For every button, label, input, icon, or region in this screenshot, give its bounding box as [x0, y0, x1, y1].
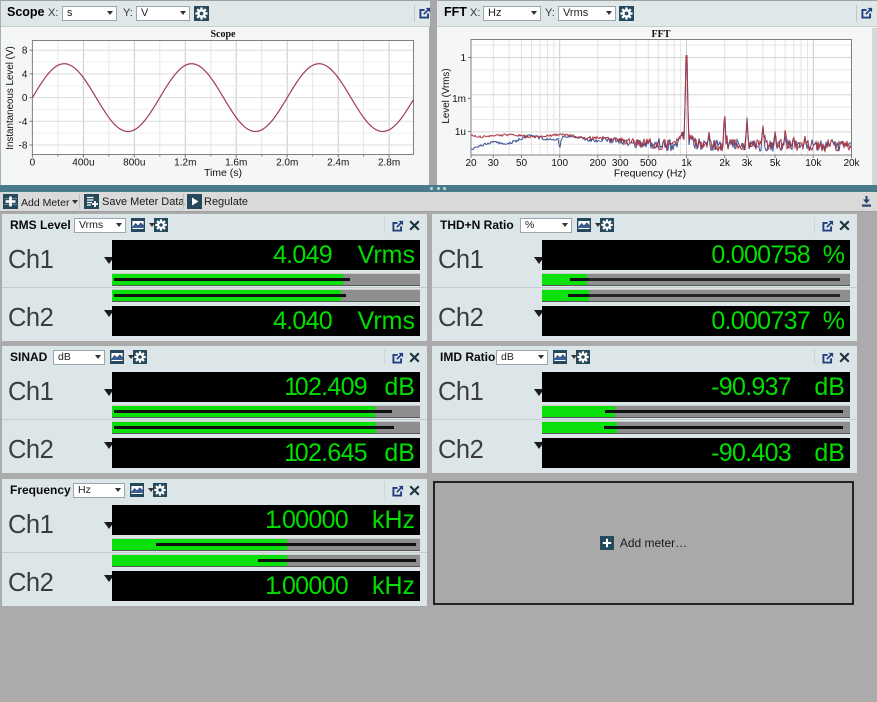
svg-text:Frequency (Hz): Frequency (Hz) [614, 168, 686, 180]
svg-text:2.8m: 2.8m [378, 158, 400, 169]
svg-text:20: 20 [465, 158, 477, 169]
svg-text:3k: 3k [742, 158, 754, 169]
svg-text:10k: 10k [805, 158, 822, 169]
svg-text:Instantaneous Level (V): Instantaneous Level (V) [5, 46, 16, 149]
svg-text:Time (s): Time (s) [204, 167, 242, 179]
svg-text:400u: 400u [72, 158, 94, 169]
svg-text:2k: 2k [719, 158, 731, 169]
svg-text:Scope: Scope [211, 29, 237, 40]
svg-text:0: 0 [30, 158, 36, 169]
svg-text:FFT: FFT [652, 29, 671, 40]
svg-text:8: 8 [22, 46, 28, 57]
svg-text:1: 1 [460, 53, 466, 64]
svg-text:-4: -4 [18, 117, 27, 128]
svg-text:5k: 5k [770, 158, 782, 169]
svg-text:20k: 20k [843, 158, 860, 169]
svg-text:Level (Vrms): Level (Vrms) [441, 68, 452, 123]
svg-text:-8: -8 [18, 141, 27, 152]
svg-text:30: 30 [488, 158, 500, 169]
svg-text:100: 100 [551, 158, 568, 169]
svg-text:0: 0 [22, 93, 28, 104]
svg-text:200: 200 [589, 158, 606, 169]
svg-text:50: 50 [516, 158, 528, 169]
svg-text:800u: 800u [123, 158, 145, 169]
svg-text:2.4m: 2.4m [327, 158, 349, 169]
svg-text:4: 4 [22, 69, 28, 80]
svg-text:1m: 1m [452, 94, 466, 105]
svg-text:2.0m: 2.0m [276, 158, 298, 169]
svg-text:1u: 1u [455, 127, 466, 138]
svg-text:1.2m: 1.2m [174, 158, 196, 169]
